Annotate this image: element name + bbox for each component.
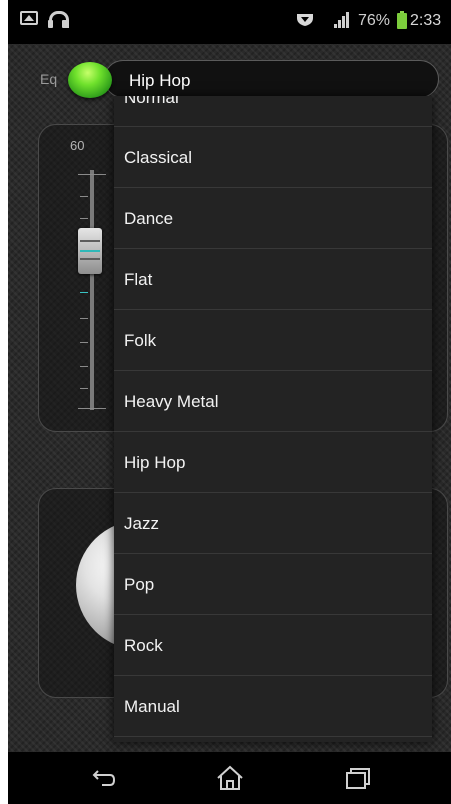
eq-toggle-button[interactable] xyxy=(68,62,112,98)
slider-tick xyxy=(80,366,88,367)
battery-percent: 76% xyxy=(358,12,391,29)
recent-apps-icon[interactable] xyxy=(338,760,378,796)
preset-option-label: Jazz xyxy=(124,514,159,533)
signal-icon xyxy=(334,12,352,28)
slider-tick xyxy=(80,218,88,219)
eq-label: Eq xyxy=(40,71,58,87)
preset-option-label: Flat xyxy=(124,270,153,289)
preset-option-label: Heavy Metal xyxy=(124,392,219,411)
preset-option-label: Hip Hop xyxy=(124,453,186,472)
clock: 2:33 xyxy=(410,12,442,29)
slider-tick xyxy=(80,318,88,319)
navigation-bar xyxy=(8,752,451,804)
selected-preset: Hip Hop xyxy=(129,71,191,90)
shield-icon xyxy=(296,13,314,27)
preset-selector[interactable]: Hip Hop xyxy=(104,60,439,98)
preset-option-normal[interactable]: Normal xyxy=(114,96,432,127)
preset-option-heavy-metal[interactable]: Heavy Metal xyxy=(114,371,432,432)
slider-tick xyxy=(80,292,88,293)
preset-option-dance[interactable]: Dance xyxy=(114,188,432,249)
slider-scale-label: 60 xyxy=(70,138,85,153)
band-slider-thumb[interactable] xyxy=(78,228,102,274)
slider-tick xyxy=(80,196,88,197)
preset-option-classical[interactable]: Classical xyxy=(114,127,432,188)
band-slider-track[interactable] xyxy=(90,170,94,410)
slider-tick xyxy=(78,408,106,409)
phone-frame: 76% 2:33 Eq 60 Hip Hop Normal Classical … xyxy=(0,0,451,804)
preset-option-manual[interactable]: Manual xyxy=(114,676,432,737)
preset-option-label: Manual xyxy=(124,697,180,716)
preset-option-label: Classical xyxy=(124,148,193,167)
preset-option-flat[interactable]: Flat xyxy=(114,249,432,310)
back-icon[interactable] xyxy=(84,760,124,796)
app-screen: 76% 2:33 Eq 60 Hip Hop Normal Classical … xyxy=(8,0,451,804)
preset-dropdown: Normal Classical Dance Flat Folk Heavy M… xyxy=(114,96,432,742)
preset-option-label: Dance xyxy=(124,209,174,228)
headset-icon xyxy=(48,11,69,29)
status-bar: 76% 2:33 xyxy=(8,0,451,44)
battery-icon xyxy=(397,11,407,29)
gallery-icon xyxy=(20,11,38,25)
preset-option-folk[interactable]: Folk xyxy=(114,310,432,371)
preset-option-label: Folk xyxy=(124,331,157,350)
preset-option-hip-hop[interactable]: Hip Hop xyxy=(114,432,432,493)
preset-option-label: Normal xyxy=(124,96,179,107)
slider-tick xyxy=(80,388,88,389)
slider-tick xyxy=(80,342,88,343)
preset-option-label: Pop xyxy=(124,575,155,594)
home-icon[interactable] xyxy=(210,760,250,796)
preset-option-rock[interactable]: Rock xyxy=(114,615,432,676)
preset-option-label: Rock xyxy=(124,636,163,655)
preset-option-pop[interactable]: Pop xyxy=(114,554,432,615)
slider-tick xyxy=(78,174,106,175)
preset-option-jazz[interactable]: Jazz xyxy=(114,493,432,554)
